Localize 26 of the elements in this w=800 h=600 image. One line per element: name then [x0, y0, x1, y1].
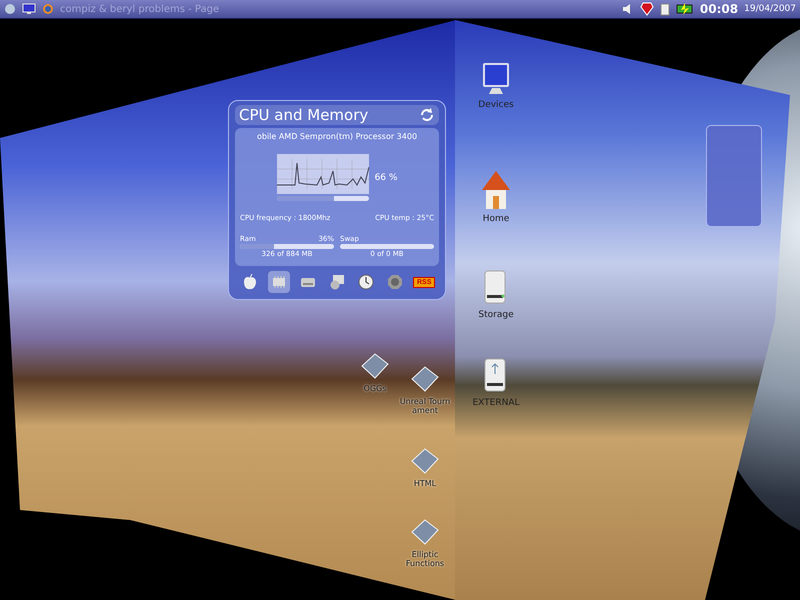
desktop-icon-label[interactable]: Unreal Tourn ament: [395, 397, 455, 415]
desktop-icon-label[interactable]: Elliptic Functions: [395, 550, 455, 568]
gem-icon[interactable]: [640, 2, 654, 16]
desktop-icon-label[interactable]: Devices: [478, 100, 514, 110]
desktop-icon-label[interactable]: Home: [482, 214, 510, 224]
clock-icon: [358, 274, 374, 290]
folder-icon[interactable]: [410, 365, 440, 393]
house-icon: [481, 170, 511, 210]
clock-date: 19/04/2007: [744, 4, 796, 14]
cpu-percent: 66 %: [374, 172, 398, 182]
monitor-icon[interactable]: [22, 3, 36, 15]
clock-time[interactable]: 00:08: [700, 2, 738, 16]
apple-icon: [242, 274, 257, 290]
monitor-icon: [482, 62, 510, 96]
hard-drive-icon: [300, 276, 316, 288]
desktop-icon-label[interactable]: HTML: [414, 479, 436, 488]
desktop-icon-label[interactable]: Storage: [478, 310, 514, 320]
widget-title: CPU and Memory: [239, 106, 368, 124]
desktop-icon-label[interactable]: EXTERNAL: [472, 398, 520, 408]
widget-tab[interactable]: [268, 271, 290, 293]
speaker-icon: [386, 274, 403, 290]
refresh-icon[interactable]: [419, 107, 435, 123]
folder-icon[interactable]: [360, 352, 390, 380]
processor-name: obile AMD Sempron(tm) Processor 3400: [256, 132, 418, 141]
battery-icon[interactable]: [676, 3, 694, 15]
chip-icon: [270, 275, 287, 289]
